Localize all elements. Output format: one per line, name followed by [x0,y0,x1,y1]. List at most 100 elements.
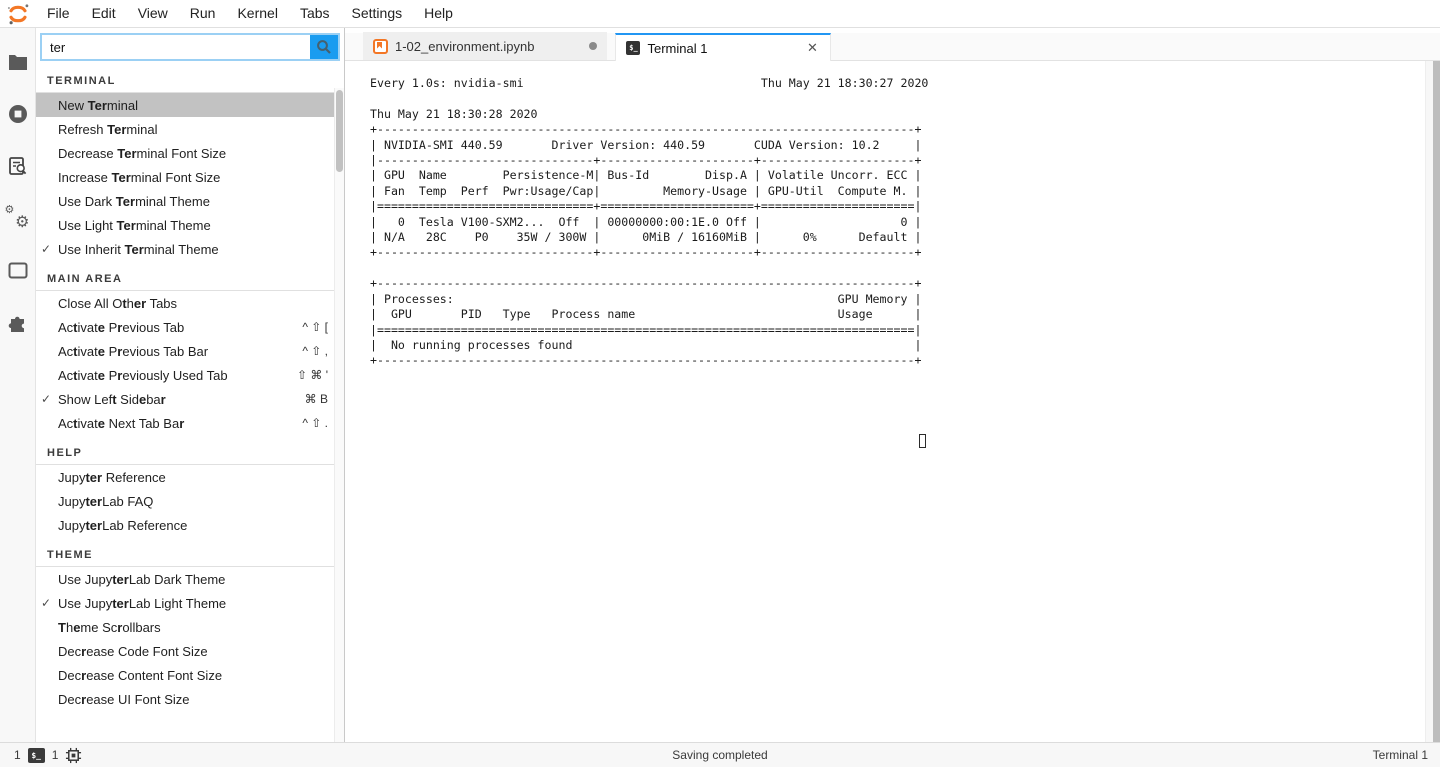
palette-item-label: New Terminal [58,98,138,113]
palette-section-header: TERMINAL [36,63,334,93]
property-inspector-icon[interactable]: ⚙⚙ [0,192,36,244]
palette-section-header: MAIN AREA [36,261,334,291]
dock-tab-bar: 1-02_environment.ipynb $_ Terminal 1 ✕ [345,33,1440,61]
extension-manager-icon[interactable] [0,296,36,348]
menu-bar: FileEditViewRunKernelTabsSettingsHelp [0,0,1440,28]
terminal-icon: $_ [626,41,640,55]
palette-item[interactable]: Jupyter Reference [36,465,334,489]
palette-section-header: THEME [36,537,334,567]
menu-settings[interactable]: Settings [341,0,414,27]
palette-item-label: Decrease Terminal Font Size [58,146,226,161]
command-search-box [40,33,340,61]
palette-item[interactable]: Refresh Terminal [36,117,334,141]
dock-right-scrollbar[interactable] [1433,61,1440,742]
palette-item[interactable]: Use Dark Terminal Theme [36,189,334,213]
palette-item[interactable]: New Terminal [36,93,334,117]
palette-item-label: Activate Previous Tab [58,320,184,335]
palette-item-label: Activate Next Tab Bar [58,416,184,431]
tab-label: 1-02_environment.ipynb [395,39,534,54]
palette-item[interactable]: JupyterLab Reference [36,513,334,537]
palette-section-header: HELP [36,435,334,465]
running-sessions-icon[interactable] [0,88,36,140]
open-tabs-icon[interactable] [0,244,36,296]
close-tab-icon[interactable]: ✕ [804,40,820,56]
palette-item[interactable]: JupyterLab FAQ [36,489,334,513]
palette-item-label: Jupyter Reference [58,470,166,485]
palette-item-label: Increase Terminal Font Size [58,170,220,185]
menu-edit[interactable]: Edit [81,0,127,27]
palette-item-label: Refresh Terminal [58,122,157,137]
palette-item-label: Activate Previously Used Tab [58,368,228,383]
palette-item-label: Decrease Content Font Size [58,668,222,683]
palette-item-label: Use Light Terminal Theme [58,218,211,233]
palette-item-label: Theme Scrollbars [58,620,161,635]
palette-scrollbar [334,88,344,742]
palette-item-label: Decrease UI Font Size [58,692,190,707]
menu-view[interactable]: View [127,0,179,27]
palette-item[interactable]: Activate Next Tab Bar ^ ⇧ . [36,411,334,435]
palette-item-label: Use Dark Terminal Theme [58,194,210,209]
check-icon: ✓ [41,242,55,256]
palette-item[interactable]: Theme Scrollbars [36,615,334,639]
palette-item[interactable]: Decrease Content Font Size [36,663,334,687]
left-sidebar-toolbar: ⚙⚙ [0,28,36,742]
menu-run[interactable]: Run [179,0,227,27]
status-bar: 1 $_ 1 Saving completed Terminal 1 [0,742,1440,767]
check-icon: ✓ [41,392,55,406]
tab-label: Terminal 1 [647,41,707,56]
search-button[interactable] [310,35,338,59]
palette-item[interactable]: ✓Use JupyterLab Light Theme [36,591,334,615]
palette-item-label: Use JupyterLab Light Theme [58,596,226,611]
palette-item-label: JupyterLab Reference [58,518,187,533]
palette-item[interactable]: Use Light Terminal Theme [36,213,334,237]
palette-item-label: Use Inherit Terminal Theme [58,242,219,257]
command-palette: TERMINAL New Terminal Refresh Terminal Decr… [36,28,345,742]
terminal-scrollbar-track [1425,61,1433,742]
file-browser-icon[interactable] [0,36,36,88]
palette-item[interactable]: Decrease UI Font Size [36,687,334,711]
palette-item-label: Activate Previous Tab Bar [58,344,208,359]
menu-file[interactable]: File [36,0,81,27]
palette-item[interactable]: Decrease Code Font Size [36,639,334,663]
palette-item-label: Decrease Code Font Size [58,644,208,659]
palette-item-label: Show Left Sidebar [58,392,166,407]
terminal-viewport[interactable]: Every 1.0s: nvidia-smi Thu May 21 18:30:… [345,61,1440,742]
command-palette-list: TERMINAL New Terminal Refresh Terminal Decr… [36,63,344,742]
tab-notebook[interactable]: 1-02_environment.ipynb [363,32,607,60]
command-palette-icon[interactable] [0,140,36,192]
palette-scrollbar-thumb[interactable] [336,90,343,172]
check-icon: ✓ [41,596,55,610]
palette-item[interactable]: Activate Previous Tab Bar ^ ⇧ , [36,339,334,363]
jupyter-logo-icon [0,0,36,28]
terminal-cursor [919,434,926,448]
main-dock-panel: 1-02_environment.ipynb $_ Terminal 1 ✕ Ever… [345,28,1440,742]
unsaved-changes-dot [589,42,597,50]
palette-item-label: Use JupyterLab Dark Theme [58,572,225,587]
menu-tabs[interactable]: Tabs [289,0,341,27]
search-icon [316,39,332,55]
keyboard-shortcut: ⌘ B [305,392,328,406]
palette-item[interactable]: Activate Previously Used Tab ⇧ ⌘ ' [36,363,334,387]
keyboard-shortcut: ^ ⇧ [ [302,320,328,334]
command-search-input[interactable] [42,35,310,59]
keyboard-shortcut: ^ ⇧ , [302,344,328,358]
status-context: Terminal 1 [1373,748,1440,762]
menu-help[interactable]: Help [413,0,464,27]
palette-item[interactable]: ✓Show Left Sidebar ⌘ B [36,387,334,411]
palette-item[interactable]: Use JupyterLab Dark Theme [36,567,334,591]
palette-item[interactable]: Close All Other Tabs [36,291,334,315]
menu-kernel[interactable]: Kernel [226,0,288,27]
palette-item-label: Close All Other Tabs [58,296,177,311]
keyboard-shortcut: ⇧ ⌘ ' [297,368,328,382]
palette-item[interactable]: Increase Terminal Font Size [36,165,334,189]
menu-bar-items: FileEditViewRunKernelTabsSettingsHelp [36,0,464,27]
palette-item[interactable]: Decrease Terminal Font Size [36,141,334,165]
notebook-icon [373,39,388,54]
tab-terminal[interactable]: $_ Terminal 1 ✕ [615,33,831,61]
terminal-output: Every 1.0s: nvidia-smi Thu May 21 18:30:… [345,61,1440,369]
keyboard-shortcut: ^ ⇧ . [302,416,328,430]
palette-item-label: JupyterLab FAQ [58,494,153,509]
palette-item[interactable]: Activate Previous Tab ^ ⇧ [ [36,315,334,339]
palette-item[interactable]: ✓Use Inherit Terminal Theme [36,237,334,261]
status-message: Saving completed [0,748,1440,762]
